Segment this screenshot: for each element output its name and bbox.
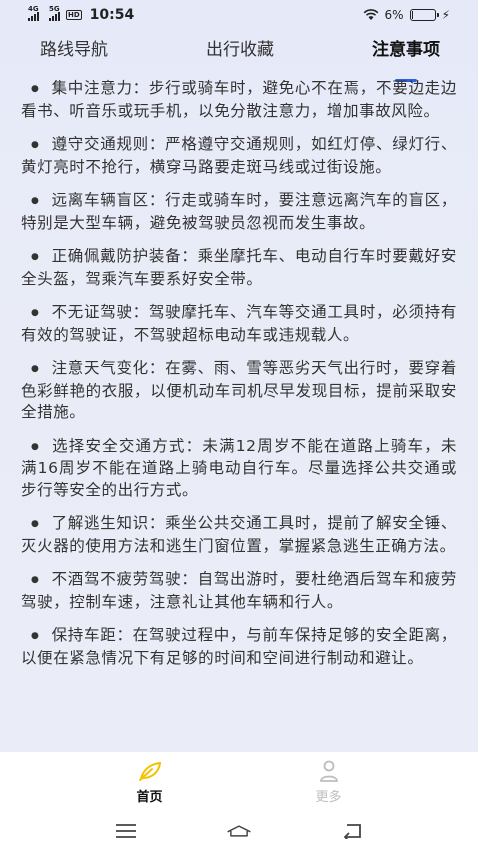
tab-precautions[interactable]: 注意事项 — [372, 36, 440, 76]
battery-icon — [409, 9, 439, 21]
tip-item: ● 选择安全交通方式：未满12周岁不能在道路上骑车，未满16周岁不能在道路上骑电动… — [21, 436, 457, 502]
signal-1-icon: 4G — [28, 5, 39, 21]
tip-text: 集中注意力：步行或骑车时，避免心不在焉，不要边走边看书、听音乐或玩手机，以免分散… — [21, 79, 457, 120]
bullet-icon: ● — [31, 196, 40, 206]
home-button[interactable] — [226, 822, 252, 840]
tip-text: 遵守交通规则：严格遵守交通规则，如红灯停、绿灯行、黄灯亮时不抢行，横穿马路要走斑… — [21, 135, 457, 176]
bullet-icon: ● — [31, 575, 40, 585]
tip-text: 了解逃生知识：乘坐公共交通工具时，提前了解安全锤、灭火器的使用方法和逃生门窗位置… — [21, 514, 457, 555]
hd-icon: HD — [66, 10, 82, 20]
nav-home[interactable]: 首页 — [120, 760, 180, 805]
nav-more[interactable]: 更多 — [299, 760, 359, 805]
bullet-icon: ● — [31, 441, 41, 452]
tip-item: ● 了解逃生知识：乘坐公共交通工具时，提前了解安全锤、灭火器的使用方法和逃生门窗位… — [21, 513, 457, 557]
network-type-2: 5G — [49, 5, 60, 13]
tip-item: ● 遵守交通规则：严格遵守交通规则，如红灯停、绿灯行、黄灯亮时不抢行，横穿马路要走… — [21, 134, 457, 178]
tip-text: 不无证驾驶：驾驶摩托车、汽车等交通工具时，必须持有有效的驾驶证，不驾驶超标电动车… — [21, 303, 457, 344]
tip-text: 远离车辆盲区：行走或骑车时，要注意远离汽车的盲区，特别是大型车辆，避免被驾驶员忽… — [21, 191, 457, 232]
status-left: 4G 5G HD 10:54 — [28, 5, 135, 23]
leaf-icon — [138, 761, 161, 781]
status-time: 10:54 — [89, 7, 135, 23]
bullet-icon: ● — [31, 308, 40, 318]
nav-more-label: 更多 — [315, 789, 342, 805]
status-right: 6% ⚡ — [363, 8, 450, 22]
bullet-icon: ● — [31, 140, 40, 150]
battery-percent: 6% — [384, 8, 404, 22]
tip-item: ● 远离车辆盲区：行走或骑车时，要注意远离汽车的盲区，特别是大型车辆，避免被驾驶员… — [21, 190, 457, 234]
charging-icon: ⚡ — [441, 8, 450, 22]
tab-travel-favorites[interactable]: 出行收藏 — [206, 36, 274, 76]
bullet-icon: ● — [31, 631, 40, 641]
menu-button[interactable] — [113, 822, 139, 840]
bullet-icon: ● — [31, 84, 40, 94]
signal-2-icon: 5G — [49, 5, 60, 21]
back-button[interactable] — [339, 822, 365, 840]
person-icon — [319, 760, 338, 782]
menu-icon — [116, 824, 137, 838]
tip-item: ● 集中注意力：步行或骑车时，避免心不在焉，不要边走边看书、听音乐或玩手机，以免分… — [21, 78, 457, 122]
tip-item: ● 保持车距：在驾驶过程中，与前车保持足够的安全距离，以便在紧急情况下有足够的时间… — [21, 625, 457, 669]
nav-home-label: 首页 — [136, 789, 163, 805]
tip-item: ● 不酒驾不疲劳驾驶：自驾出游时，要杜绝酒后驾车和疲劳驾驶，控制车速，注意礼让其他… — [21, 569, 457, 613]
status-bar: 4G 5G HD 10:54 6% ⚡ — [0, 0, 478, 30]
home-icon — [227, 825, 251, 837]
bullet-icon: ● — [31, 519, 40, 529]
bottom-nav: 首页 更多 — [0, 752, 478, 812]
system-nav-bar — [0, 812, 478, 850]
tips-list: ● 集中注意力：步行或骑车时，避免心不在焉，不要边走边看书、听音乐或玩手机，以免分… — [21, 78, 457, 681]
tip-text: 正确佩戴防护装备：乘坐摩托车、电动自行车时要戴好安全头盔，驾乘汽车要系好安全带。 — [21, 247, 457, 288]
bullet-icon: ● — [31, 364, 40, 374]
wifi-icon — [363, 9, 378, 20]
tip-text: 保持车距：在驾驶过程中，与前车保持足够的安全距离，以便在紧急情况下有足够的时间和… — [21, 626, 457, 667]
bullet-icon: ● — [31, 252, 40, 262]
top-tabs: 路线导航 出行收藏 注意事项 — [0, 36, 478, 76]
tip-text: 选择安全交通方式：未满12周岁不能在道路上骑车，未满16周岁不能在道路上骑电动自… — [21, 436, 458, 499]
tip-text: 不酒驾不疲劳驾驶：自驾出游时，要杜绝酒后驾车和疲劳驾驶，控制车速，注意礼让其他车… — [21, 570, 457, 611]
tip-item: ● 正确佩戴防护装备：乘坐摩托车、电动自行车时要戴好安全头盔，驾乘汽车要系好安全带… — [21, 246, 457, 290]
network-type-1: 4G — [28, 5, 39, 13]
tip-text: 注意天气变化：在雾、雨、雪等恶劣天气出行时，要穿着色彩鲜艳的衣服，以便机动车司机… — [21, 359, 457, 421]
tip-item: ● 不无证驾驶：驾驶摩托车、汽车等交通工具时，必须持有有效的驾驶证，不驾驶超标电动… — [21, 302, 457, 346]
tip-item: ● 注意天气变化：在雾、雨、雪等恶劣天气出行时，要穿着色彩鲜艳的衣服，以便机动车司… — [21, 358, 457, 424]
back-icon — [343, 824, 361, 839]
tab-route-navigation[interactable]: 路线导航 — [40, 36, 108, 76]
